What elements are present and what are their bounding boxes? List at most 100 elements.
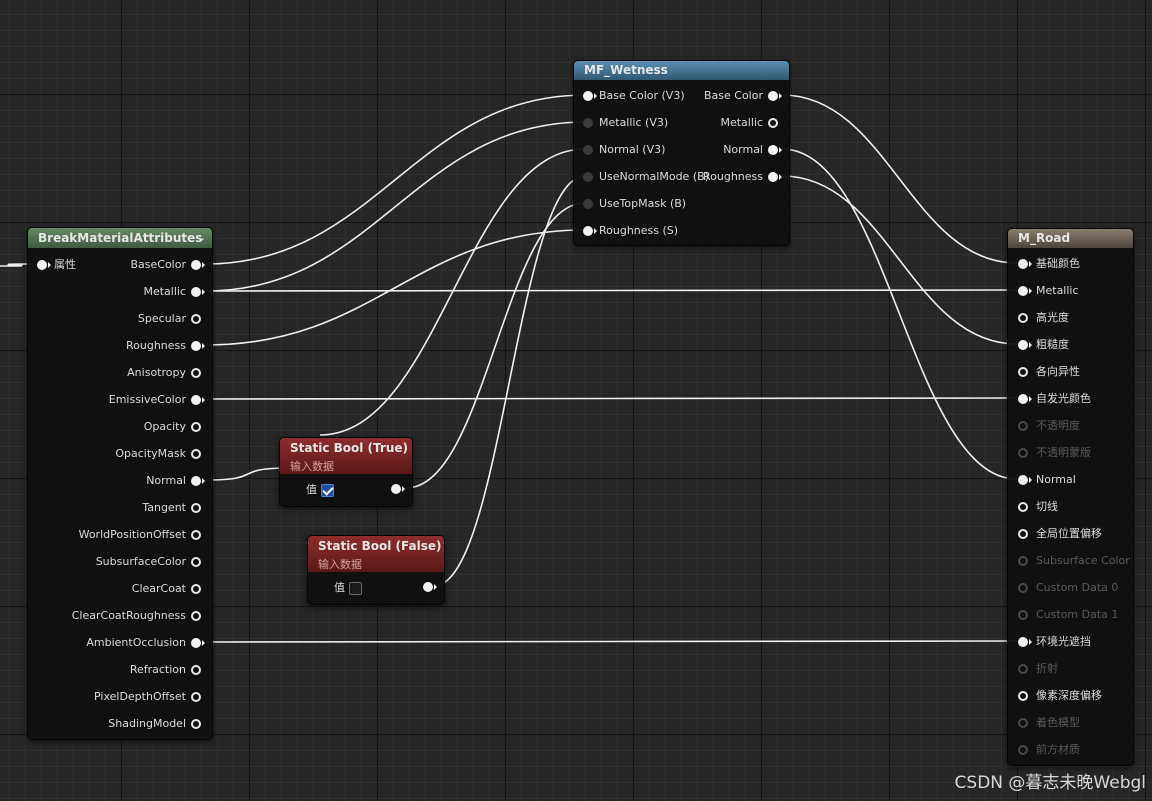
arrow-icon bbox=[202, 397, 205, 403]
break-output-pin-clearcoat[interactable] bbox=[191, 584, 201, 594]
mf-wetness-node[interactable]: MF_Wetness Base Color (V3) Metallic (V3) N… bbox=[573, 60, 790, 246]
road-input-pin-0[interactable] bbox=[1018, 259, 1028, 269]
wetness-input-pin-normal-v3[interactable] bbox=[583, 145, 593, 155]
break-output-label: ClearCoat bbox=[131, 582, 186, 595]
bool-true-subtitle: 输入数据 bbox=[290, 460, 334, 473]
break-output-pin-emissivecolor[interactable] bbox=[191, 395, 201, 405]
wetness-input-pin-base-color-v3[interactable] bbox=[583, 91, 593, 101]
road-input-label: Normal bbox=[1036, 473, 1076, 486]
break-output-pin-pixeldepthoffset[interactable] bbox=[191, 692, 201, 702]
wetness-output-pin-normal[interactable] bbox=[768, 145, 778, 155]
wetness-input-pin-usenormalmode-b[interactable] bbox=[583, 172, 593, 182]
road-input-pin-8[interactable] bbox=[1018, 475, 1028, 485]
break-node-title: BreakMaterialAttributes bbox=[38, 231, 203, 245]
road-input-pin-13[interactable] bbox=[1018, 610, 1028, 620]
break-output-label: WorldPositionOffset bbox=[78, 528, 186, 541]
road-input-pin-4[interactable] bbox=[1018, 367, 1028, 377]
road-node-header[interactable]: M_Road bbox=[1008, 229, 1133, 248]
arrow-icon bbox=[434, 584, 437, 590]
wetness-output-pin-base-color[interactable] bbox=[768, 91, 778, 101]
arrow-icon bbox=[1029, 639, 1032, 645]
break-output-pin-basecolor[interactable] bbox=[191, 260, 201, 270]
road-input-pin-10[interactable] bbox=[1018, 529, 1028, 539]
road-input-label: 各向异性 bbox=[1036, 365, 1080, 378]
road-input-label: 前方材质 bbox=[1036, 743, 1080, 756]
wetness-input-label: Base Color (V3) bbox=[599, 89, 685, 102]
break-output-pin-opacitymask[interactable] bbox=[191, 449, 201, 459]
wire-bool-false-to-normalmode bbox=[433, 175, 586, 587]
static-bool-true-node[interactable]: Static Bool (True) 输入数据 值 bbox=[279, 437, 413, 507]
wetness-output-label: Base Color bbox=[703, 89, 763, 102]
break-output-pin-tangent[interactable] bbox=[191, 503, 201, 513]
arrow-icon bbox=[1029, 396, 1032, 402]
chevron-down-icon[interactable]: ⌄ bbox=[197, 228, 206, 248]
break-input-label: 属性 bbox=[54, 258, 76, 271]
wetness-output-pin-metallic[interactable] bbox=[768, 118, 778, 128]
break-input-pin[interactable] bbox=[37, 260, 47, 270]
break-node-header[interactable]: BreakMaterialAttributes ⌄ bbox=[28, 228, 212, 248]
bool-true-checkbox[interactable] bbox=[321, 484, 334, 497]
bool-false-checkbox[interactable] bbox=[349, 582, 362, 595]
road-input-pin-18[interactable] bbox=[1018, 745, 1028, 755]
arrow-icon bbox=[1029, 477, 1032, 483]
road-input-pin-5[interactable] bbox=[1018, 394, 1028, 404]
wetness-node-header[interactable]: MF_Wetness bbox=[574, 61, 789, 80]
m-road-material-node[interactable]: M_Road 基础颜色 Metallic 高光度 粗糙度 各向异性 自发光颜色 不透明度 不透… bbox=[1007, 228, 1134, 766]
break-output-pin-normal[interactable] bbox=[191, 476, 201, 486]
road-input-pin-12[interactable] bbox=[1018, 583, 1028, 593]
break-output-pin-roughness[interactable] bbox=[191, 341, 201, 351]
break-output-pin-refraction[interactable] bbox=[191, 665, 201, 675]
break-output-pin-metallic[interactable] bbox=[191, 287, 201, 297]
break-output-pin-specular[interactable] bbox=[191, 314, 201, 324]
wetness-input-pin-roughness-s[interactable] bbox=[583, 226, 593, 236]
wetness-input-pin-usetopmask-b[interactable] bbox=[583, 199, 593, 209]
bool-false-output-pin[interactable] bbox=[423, 582, 433, 592]
road-input-pin-6[interactable] bbox=[1018, 421, 1028, 431]
road-input-label: Metallic bbox=[1036, 284, 1079, 297]
break-output-pin-worldpositionoffset[interactable] bbox=[191, 530, 201, 540]
static-bool-false-node[interactable]: Static Bool (False) 输入数据 值 bbox=[307, 535, 445, 605]
break-output-pin-subsurfacecolor[interactable] bbox=[191, 557, 201, 567]
road-input-pin-9[interactable] bbox=[1018, 502, 1028, 512]
wetness-input-pin-metallic-v3[interactable] bbox=[583, 118, 593, 128]
break-output-pin-shadingmodel[interactable] bbox=[191, 719, 201, 729]
road-input-pin-15[interactable] bbox=[1018, 664, 1028, 674]
wetness-output-pin-roughness[interactable] bbox=[768, 172, 778, 182]
arrow-icon bbox=[779, 93, 782, 99]
bool-true-title: Static Bool (True) bbox=[290, 441, 408, 455]
road-input-pin-3[interactable] bbox=[1018, 340, 1028, 350]
road-input-label: 不透明度 bbox=[1036, 419, 1080, 432]
road-input-pin-2[interactable] bbox=[1018, 313, 1028, 323]
break-output-pin-clearcoatroughness[interactable] bbox=[191, 611, 201, 621]
break-output-label: EmissiveColor bbox=[108, 393, 186, 406]
break-output-label: Specular bbox=[137, 312, 186, 325]
break-material-attributes-node[interactable]: BreakMaterialAttributes ⌄ 属性 BaseColor Me… bbox=[27, 227, 213, 740]
wire-normal-to-bool-stub bbox=[205, 467, 291, 481]
wetness-input-label: Metallic (V3) bbox=[599, 116, 669, 129]
road-input-label: 折射 bbox=[1036, 662, 1058, 675]
arrow-icon bbox=[1029, 288, 1032, 294]
road-input-pin-14[interactable] bbox=[1018, 637, 1028, 647]
wire-emissive-to-road bbox=[205, 397, 1018, 400]
break-output-pin-ambientocclusion[interactable] bbox=[191, 638, 201, 648]
road-input-pin-16[interactable] bbox=[1018, 691, 1028, 701]
break-output-label: BaseColor bbox=[130, 258, 186, 271]
break-output-pin-opacity[interactable] bbox=[191, 422, 201, 432]
bool-false-subtitle: 输入数据 bbox=[318, 558, 362, 571]
break-output-pin-anisotropy[interactable] bbox=[191, 368, 201, 378]
road-input-label: 环境光遮挡 bbox=[1036, 635, 1091, 648]
road-input-pin-7[interactable] bbox=[1018, 448, 1028, 458]
bool-false-title: Static Bool (False) bbox=[318, 539, 442, 553]
bool-false-header[interactable]: Static Bool (False) 输入数据 bbox=[308, 536, 444, 572]
arrow-icon bbox=[202, 640, 205, 646]
wire-normal-to-wetness bbox=[319, 148, 586, 436]
road-input-pin-1[interactable] bbox=[1018, 286, 1028, 296]
arrow-icon bbox=[594, 93, 597, 99]
bool-true-value-label: 值 bbox=[306, 483, 317, 496]
road-input-label: 高光度 bbox=[1036, 311, 1069, 324]
bool-true-header[interactable]: Static Bool (True) 输入数据 bbox=[280, 438, 412, 474]
bool-true-output-pin[interactable] bbox=[391, 484, 401, 494]
road-input-pin-17[interactable] bbox=[1018, 718, 1028, 728]
road-input-pin-11[interactable] bbox=[1018, 556, 1028, 566]
wire-wetness-basecolor-to-road bbox=[781, 94, 1018, 264]
